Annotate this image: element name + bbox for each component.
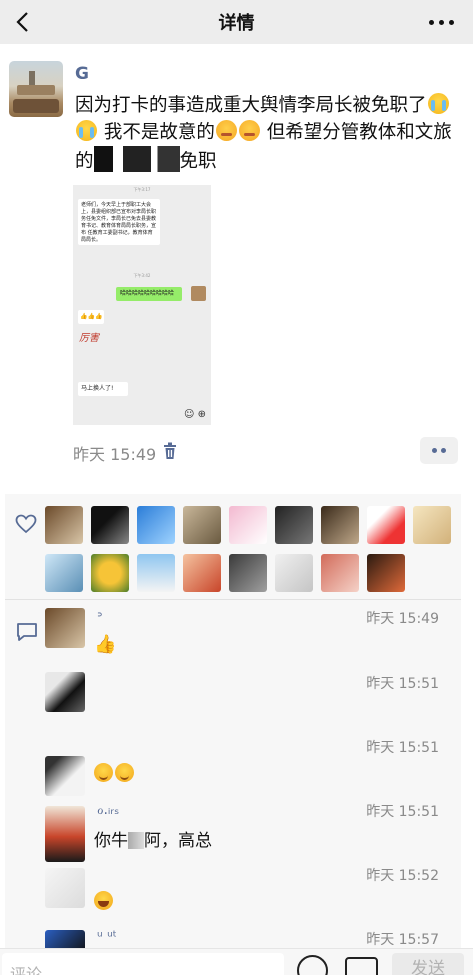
post-text: 因为打卡的事造成重大舆情李局长被免职了 我不是故意的 但希望分管教体和文旅的 免职 [75,93,452,172]
crying-emoji-icon [76,120,97,141]
chevron-left-icon [16,12,28,32]
avatar[interactable] [275,554,313,592]
more-button[interactable] [421,6,461,38]
commenter-avatar[interactable] [45,806,85,862]
nav-bar: 详情 [0,0,473,44]
commenter-name[interactable]: ᵘ ᵘᵗ [97,929,117,945]
avatar[interactable] [137,506,175,544]
avatar[interactable] [45,554,83,592]
crying-emoji-icon [427,93,449,114]
commenter-avatar[interactable] [45,608,85,648]
avatar[interactable] [91,554,129,592]
avatar[interactable] [183,554,221,592]
avatar [191,286,206,301]
chat-bubble: 👍👍👍 [78,310,104,324]
comment-time: 昨天 15:51 [366,804,439,820]
comment-time: 昨天 15:49 [366,611,439,627]
commenter-name[interactable]: ℴ.ᵢᵣₛ [97,802,119,818]
pout-emoji-icon [215,120,237,141]
dots-icon [432,448,437,453]
smile-emoji-icon [115,763,134,782]
like-comment-button[interactable] [420,437,458,464]
redacted-mosaic [93,146,180,172]
avatar[interactable] [367,554,405,592]
comment-time: 昨天 15:51 [366,676,439,692]
send-button[interactable]: 发送 [392,953,464,975]
author-avatar[interactable] [9,61,63,117]
avatar[interactable] [321,554,359,592]
comment-text[interactable]: 👍 [94,634,116,655]
comment-input-bar: 评论 发送 [0,948,473,975]
commenter-name[interactable]: ᐣ [97,610,103,626]
commenter-avatar[interactable] [45,868,85,908]
divider [5,599,461,600]
chat-bubble: 马上换人了! [78,382,128,396]
more-icon [428,19,434,25]
emoji-plus-icon: ☺ ⊕ [184,409,206,420]
avatar[interactable] [413,506,451,544]
author-name[interactable]: G [75,64,89,84]
comment-time: 昨天 15:57 [366,932,439,948]
commenter-avatar[interactable] [45,756,85,796]
trash-icon[interactable] [162,442,178,460]
heart-icon [15,514,37,534]
avatar[interactable] [183,506,221,544]
post-image[interactable]: 下午3:17 老师们，今天早上于部职工大会上，县委组织部已宣布对李局长职务任免文… [73,185,211,425]
avatar[interactable] [91,506,129,544]
comment-emojis[interactable] [94,763,136,784]
comment-input[interactable]: 评论 [2,953,284,975]
redacted-mosaic [128,832,144,849]
avatar[interactable] [137,554,175,592]
commenter-avatar[interactable] [45,672,85,712]
laugh-emoji-icon [94,891,113,910]
avatar[interactable] [45,506,83,544]
page-title: 详情 [218,13,255,34]
image-button[interactable] [345,957,378,975]
emoji-button[interactable] [297,955,328,975]
avatar[interactable] [229,554,267,592]
comment-time: 昨天 15:51 [366,740,439,756]
sticker: 厉害 [79,333,99,344]
chat-bubble: 老师们，今天早上于部职工大会上，县委组织部已宣布对李局长职务任免文件，李局长已免… [78,199,160,245]
chat-bubble: 哈哈哈哈哈哈哈哈哈 [116,287,182,301]
comment-time: 昨天 15:52 [366,868,439,884]
avatar[interactable] [367,506,405,544]
comment-text[interactable]: 你牛 阿，高总 [94,826,212,851]
back-button[interactable] [6,4,38,40]
avatar[interactable] [275,506,313,544]
avatar[interactable] [321,506,359,544]
moments-detail-page: 详情 G 因为打卡的事造成重大舆情李局长被免职了 我不是故意的 但希望分管教体和… [0,0,473,975]
post-time: 昨天 15:49 [73,445,157,464]
comment-icon [17,623,37,641]
pout-emoji-icon [238,120,260,141]
avatar[interactable] [229,506,267,544]
interaction-panel: ᐣ 昨天 15:49 👍 昨天 15:51 昨天 15:51 ℴ.ᵢᵣₛ 昨天 … [5,494,461,954]
smile-emoji-icon [94,763,113,782]
comment-emojis[interactable] [94,891,113,912]
